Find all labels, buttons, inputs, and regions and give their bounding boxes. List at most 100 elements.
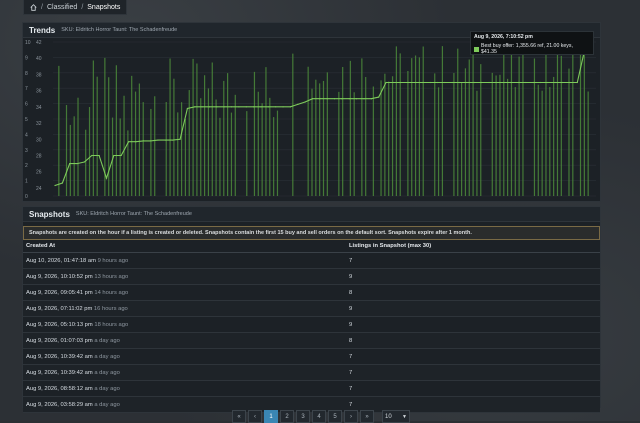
price-point (69, 162, 71, 165)
page-last-button[interactable]: » (360, 410, 374, 423)
price-point (458, 81, 461, 84)
price-point (333, 98, 336, 100)
created-at-ago: 14 hours ago (94, 289, 129, 296)
breadcrumb: / Classified / Snapshots (23, 0, 128, 15)
price-point (517, 81, 520, 84)
page-5-button[interactable]: 5 (328, 410, 342, 423)
created-at-date: Aug 9, 2026, 10:39:42 am (26, 353, 93, 360)
price-point (76, 162, 78, 165)
price-point (83, 161, 86, 163)
created-at-cell: Aug 9, 2026, 05:10:13 pm 18 hours ago (23, 316, 346, 333)
page-2-button[interactable]: 2 (280, 410, 294, 423)
price-point (223, 106, 225, 108)
table-row[interactable]: Aug 9, 2026, 08:58:12 am a day ago 7 (23, 380, 600, 397)
price-point (561, 81, 564, 84)
page-prev-button[interactable]: ‹ (248, 410, 262, 423)
price-point (172, 139, 174, 141)
y-left-tick-label: 7 (25, 86, 28, 92)
table-row[interactable]: Aug 9, 2026, 10:39:42 am a day ago 7 (23, 348, 600, 365)
table-row[interactable]: Aug 9, 2026, 07:11:02 pm 16 hours ago 9 (23, 300, 600, 317)
breadcrumb-separator: / (41, 3, 43, 11)
per-page-value: 10 (385, 413, 392, 420)
breadcrumb-item-snapshots: Snapshots (87, 3, 121, 11)
table-row[interactable]: Aug 9, 2026, 09:05:41 pm 14 hours ago 8 (23, 284, 600, 301)
price-point (208, 106, 211, 108)
col-created-at[interactable]: Created At (23, 240, 346, 253)
y-right-tick-label: 38 (36, 72, 42, 78)
created-at-ago: 13 hours ago (94, 273, 129, 280)
col-listings[interactable]: Listings in Snapshot (max 30) (346, 240, 600, 253)
created-at-cell: Aug 9, 2026, 08:58:12 am a day ago (23, 380, 346, 397)
table-row[interactable]: Aug 9, 2026, 10:10:52 pm 13 hours ago 9 (23, 268, 600, 285)
price-point (120, 154, 122, 157)
table-row[interactable]: Aug 10, 2026, 01:47:18 am 9 hours ago 7 (23, 252, 600, 269)
created-at-cell: Aug 10, 2026, 01:47:18 am 9 hours ago (23, 252, 346, 269)
created-at-ago: a day ago (94, 401, 120, 408)
price-point (61, 182, 63, 184)
page-3-button[interactable]: 3 (296, 410, 310, 423)
price-point (539, 81, 542, 84)
price-point (407, 81, 409, 84)
home-icon[interactable] (30, 3, 37, 11)
created-at-date: Aug 9, 2026, 03:58:29 am (26, 401, 93, 408)
created-at-ago: a day ago (94, 337, 120, 344)
price-point (414, 81, 417, 84)
price-point (569, 81, 571, 84)
price-point (127, 141, 130, 143)
price-point (436, 81, 439, 84)
created-at-date: Aug 10, 2026, 01:47:18 am (26, 257, 96, 264)
tooltip-text: Best buy offer: 1,355.66 ref, 21.00 keys… (480, 43, 573, 55)
price-point (400, 81, 402, 84)
y-right-tick-label: 34 (36, 105, 42, 111)
price-point (201, 106, 203, 108)
snapshots-notice: Snapshots are created on the hour if a l… (23, 226, 600, 240)
price-point (385, 81, 387, 84)
created-at-ago: 18 hours ago (94, 321, 129, 328)
page-first-button[interactable]: « (232, 410, 246, 423)
chevron-down-icon: ▼ (402, 413, 407, 420)
price-point (304, 101, 306, 103)
price-point (98, 154, 100, 157)
page-next-button[interactable]: › (344, 410, 358, 423)
trends-chart[interactable]: 01234567891024262830323436384042 (23, 38, 600, 201)
listing-count-cell: 9 (346, 268, 600, 285)
created-at-ago: 16 hours ago (93, 305, 128, 312)
price-point (503, 81, 505, 84)
price-point (282, 106, 284, 108)
table-row[interactable]: Aug 9, 2026, 05:10:13 pm 18 hours ago 9 (23, 316, 600, 333)
y-left-tick-label: 0 (25, 194, 28, 200)
created-at-ago: a day ago (94, 385, 120, 392)
created-at-cell: Aug 9, 2026, 09:05:41 pm 14 hours ago (23, 284, 346, 301)
listing-count-cell: 7 (346, 348, 600, 365)
price-point (532, 81, 534, 84)
price-point (142, 140, 144, 142)
y-right-tick-label: 26 (36, 170, 42, 176)
listing-count-cell: 8 (346, 332, 600, 349)
created-at-cell: Aug 9, 2026, 10:39:42 am a day ago (23, 364, 346, 381)
listing-count-cell: 8 (346, 284, 600, 301)
page-1-button[interactable]: 1 (264, 410, 278, 423)
listing-count-cell: 9 (346, 300, 600, 317)
price-point (150, 140, 152, 142)
price-point (422, 81, 424, 84)
price-point (238, 106, 240, 108)
tooltip-swatch (474, 46, 479, 52)
price-point (216, 106, 218, 108)
created-at-ago: a day ago (94, 369, 120, 376)
created-at-ago: a day ago (94, 353, 120, 360)
y-right-tick-label: 36 (36, 89, 42, 95)
price-point (488, 81, 490, 84)
breadcrumb-item-classified[interactable]: Classified (47, 4, 77, 11)
price-point (378, 96, 380, 98)
per-page-select[interactable]: 10 ▼ (382, 410, 410, 423)
snapshots-table: Created At Listings in Snapshot (max 30)… (23, 240, 600, 413)
y-right-tick-label: 40 (36, 56, 42, 62)
table-row[interactable]: Aug 9, 2026, 01:07:03 pm a day ago 8 (23, 332, 600, 349)
table-row[interactable]: Aug 9, 2026, 10:39:42 am a day ago 7 (23, 364, 600, 381)
price-point (451, 81, 453, 84)
price-point (297, 103, 299, 106)
price-point (135, 141, 137, 143)
snapshots-title: Snapshots (29, 209, 70, 219)
page-4-button[interactable]: 4 (312, 410, 326, 423)
price-point (348, 98, 350, 100)
